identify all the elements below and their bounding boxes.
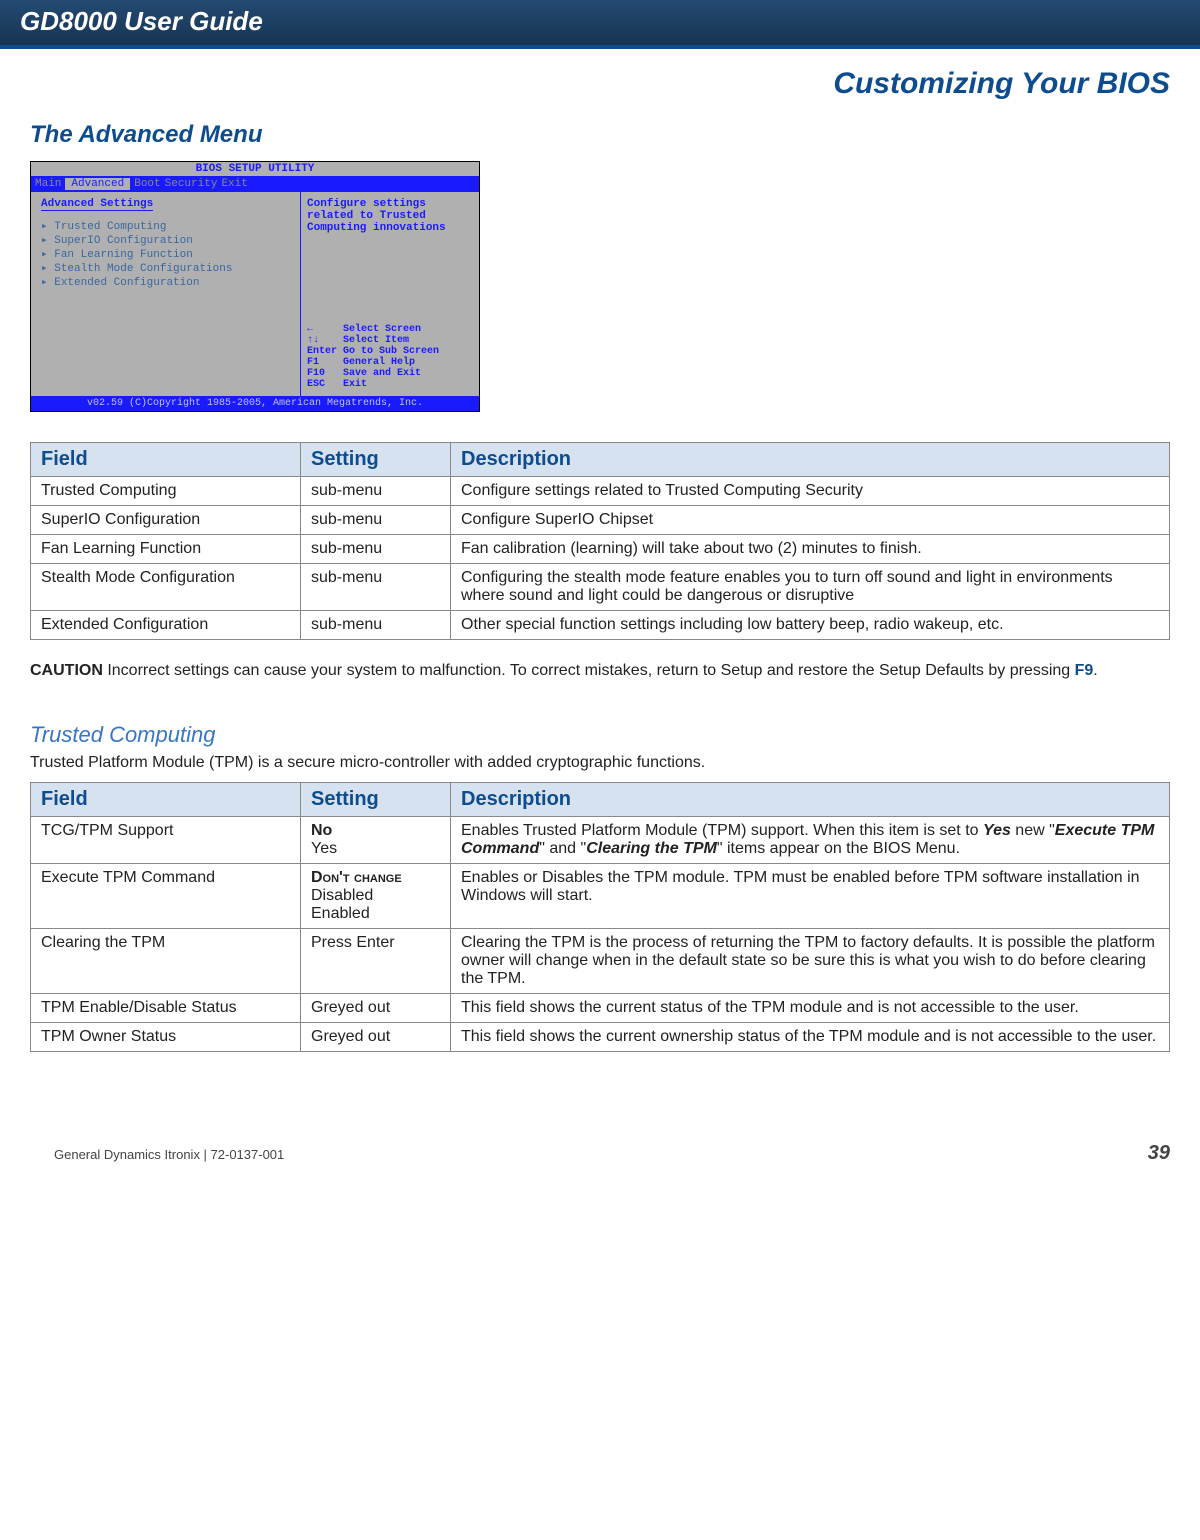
bios-copyright: v02.59 (C)Copyright 1985-2005, American … <box>31 396 479 411</box>
cell-desc: Clearing the TPM is the process of retur… <box>451 929 1170 994</box>
cell-desc: Other special function settings includin… <box>451 611 1170 640</box>
cell-desc: Configuring the stealth mode feature ena… <box>451 564 1170 611</box>
bios-menu-item: Extended Configuration <box>41 275 290 289</box>
bios-title-bar: BIOS SETUP UTILITY <box>31 162 479 176</box>
cell-desc: This field shows the current status of t… <box>451 994 1170 1023</box>
table-row: SuperIO Configurationsub-menuConfigure S… <box>31 506 1170 535</box>
cell-field: TPM Enable/Disable Status <box>31 994 301 1023</box>
cell-setting: sub-menu <box>301 477 451 506</box>
bios-tab-security: Security <box>165 178 218 190</box>
desc-text: new " <box>1011 822 1055 839</box>
bios-menu-list: Trusted Computing SuperIO Configuration … <box>41 219 290 289</box>
table-row: Clearing the TPM Press Enter Clearing th… <box>31 929 1170 994</box>
cell-setting: sub-menu <box>301 506 451 535</box>
cell-field: TPM Owner Status <box>31 1023 301 1052</box>
cell-field: Trusted Computing <box>31 477 301 506</box>
cell-field: Fan Learning Function <box>31 535 301 564</box>
cell-setting: sub-menu <box>301 564 451 611</box>
setting-default: No <box>311 822 332 839</box>
cell-field: Execute TPM Command <box>31 864 301 929</box>
page-footer: General Dynamics Itronix | 72-0137-001 3… <box>0 1102 1200 1165</box>
cell-field: Stealth Mode Configuration <box>31 564 301 611</box>
advanced-menu-heading: The Advanced Menu <box>30 121 1170 149</box>
setting-option: Yes <box>311 840 337 857</box>
section-title: Customizing Your BIOS <box>0 49 1200 111</box>
bios-menu-item: SuperIO Configuration <box>41 233 290 247</box>
cell-desc: Fan calibration (learning) will take abo… <box>451 535 1170 564</box>
bios-tab-advanced: Advanced <box>65 178 130 190</box>
th-field: Field <box>31 443 301 477</box>
table-row: TCG/TPM Support NoYes Enables Trusted Pl… <box>31 817 1170 864</box>
table-row: Extended Configurationsub-menuOther spec… <box>31 611 1170 640</box>
advanced-settings-table: Field Setting Description Trusted Comput… <box>30 442 1170 640</box>
table-row: TPM Owner Status Greyed out This field s… <box>31 1023 1170 1052</box>
table-row: Trusted Computingsub-menuConfigure setti… <box>31 477 1170 506</box>
cell-desc: Enables Trusted Platform Module (TPM) su… <box>451 817 1170 864</box>
page-number: 39 <box>1148 1142 1170 1165</box>
table-row: TPM Enable/Disable Status Greyed out Thi… <box>31 994 1170 1023</box>
cell-field: Extended Configuration <box>31 611 301 640</box>
desc-emph: Clearing the TPM <box>586 840 717 857</box>
doc-header: GD8000 User Guide <box>0 0 1200 49</box>
cell-setting: sub-menu <box>301 611 451 640</box>
setting-option: Disabled Enabled <box>311 887 373 922</box>
bios-tabs: Main Advanced Boot Security Exit <box>31 176 479 192</box>
bios-screenshot: BIOS SETUP UTILITY Main Advanced Boot Se… <box>30 161 480 412</box>
cell-setting: Greyed out <box>301 1023 451 1052</box>
table-row: Stealth Mode Configurationsub-menuConfig… <box>31 564 1170 611</box>
desc-text: Enables Trusted Platform Module (TPM) su… <box>461 822 983 839</box>
bios-key-legend: ← Select Screen ↑↓ Select Item Enter Go … <box>307 324 473 390</box>
cell-field: SuperIO Configuration <box>31 506 301 535</box>
cell-setting: NoYes <box>301 817 451 864</box>
footer-left: General Dynamics Itronix | 72-0137-001 <box>54 1147 284 1162</box>
desc-text: " and " <box>539 840 586 857</box>
cell-setting: Greyed out <box>301 994 451 1023</box>
cell-desc: Configure settings related to Trusted Co… <box>451 477 1170 506</box>
cell-field: TCG/TPM Support <box>31 817 301 864</box>
bios-right-pane: Configure settings related to Trusted Co… <box>301 192 479 396</box>
th-description: Description <box>451 783 1170 817</box>
table-row: Execute TPM Command Don't changeDisabled… <box>31 864 1170 929</box>
desc-text: " items appear on the BIOS Menu. <box>717 840 960 857</box>
bios-left-pane: Advanced Settings Trusted Computing Supe… <box>31 192 301 396</box>
cell-setting: Don't changeDisabled Enabled <box>301 864 451 929</box>
bios-tab-boot: Boot <box>134 178 160 190</box>
cell-field: Clearing the TPM <box>31 929 301 994</box>
cell-desc: Enables or Disables the TPM module. TPM … <box>451 864 1170 929</box>
setting-default: Don't change <box>311 869 402 886</box>
caution-key: F9 <box>1075 662 1094 679</box>
caution-word: CAUTION <box>30 662 103 679</box>
trusted-computing-intro: Trusted Platform Module (TPM) is a secur… <box>30 754 1170 772</box>
caution-text-1: Incorrect settings can cause your system… <box>103 662 1075 679</box>
th-field: Field <box>31 783 301 817</box>
cell-desc: This field shows the current ownership s… <box>451 1023 1170 1052</box>
bios-tab-main: Main <box>35 178 61 190</box>
bios-menu-item: Trusted Computing <box>41 219 290 233</box>
bios-group-title: Advanced Settings <box>41 198 153 211</box>
bios-tab-exit: Exit <box>221 178 247 190</box>
cell-desc: Configure SuperIO Chipset <box>451 506 1170 535</box>
bios-help-text: Configure settings related to Trusted Co… <box>307 198 473 234</box>
desc-emph: Yes <box>983 822 1011 839</box>
cell-setting: sub-menu <box>301 535 451 564</box>
table-row: Fan Learning Functionsub-menuFan calibra… <box>31 535 1170 564</box>
bios-body: Advanced Settings Trusted Computing Supe… <box>31 192 479 396</box>
bios-menu-item: Fan Learning Function <box>41 247 290 261</box>
trusted-computing-table: Field Setting Description TCG/TPM Suppor… <box>30 782 1170 1052</box>
page-content: The Advanced Menu BIOS SETUP UTILITY Mai… <box>0 121 1200 1102</box>
th-description: Description <box>451 443 1170 477</box>
caution-paragraph: CAUTION Incorrect settings can cause you… <box>30 660 1170 682</box>
trusted-computing-heading: Trusted Computing <box>30 722 1170 748</box>
caution-text-2: . <box>1093 662 1097 679</box>
bios-menu-item: Stealth Mode Configurations <box>41 261 290 275</box>
cell-setting: Press Enter <box>301 929 451 994</box>
th-setting: Setting <box>301 443 451 477</box>
th-setting: Setting <box>301 783 451 817</box>
